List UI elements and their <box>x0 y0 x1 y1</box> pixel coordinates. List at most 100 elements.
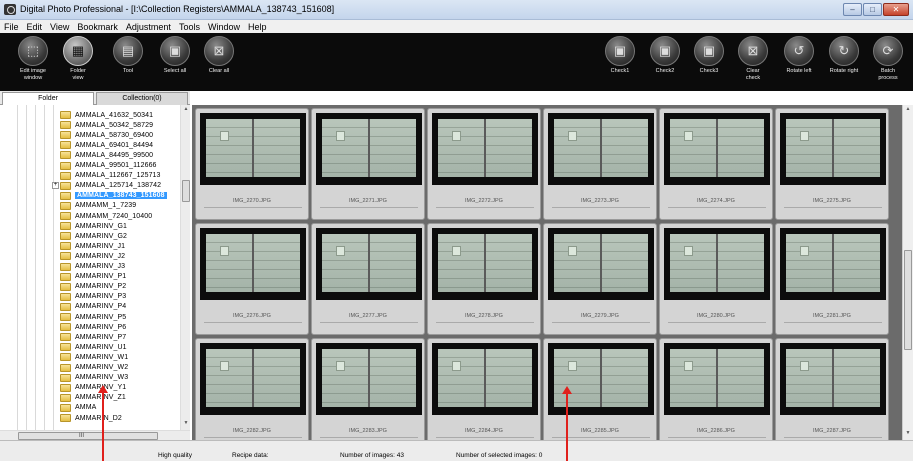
toolbar-button-label: Clear all <box>208 68 230 74</box>
thumbnail-item[interactable]: IMG_2286.JPG <box>659 338 773 450</box>
batch-process-button[interactable]: ⟳ Batch process <box>866 36 910 88</box>
menu-tools[interactable]: Tools <box>179 22 200 32</box>
thumbnail-item[interactable]: IMG_2284.JPG <box>427 338 541 450</box>
tree-item[interactable]: AMMARINV_G1 <box>60 221 127 231</box>
menu-bookmark[interactable]: Bookmark <box>77 22 118 32</box>
tree-item[interactable]: AMMARINV_J2 <box>60 251 125 261</box>
minimize-button[interactable]: – <box>843 3 862 16</box>
tree-item[interactable]: AMMAMM_1_7239 <box>60 201 136 211</box>
folder-view-button[interactable]: ▦ Folder view <box>56 36 100 88</box>
tree-scroll-thumb[interactable] <box>182 180 190 202</box>
menu-window[interactable]: Window <box>208 22 240 32</box>
tree-item[interactable]: AMMARINV_P1 <box>60 272 126 282</box>
tree-item[interactable]: AMMARIN_D2 <box>60 413 122 423</box>
folder-icon <box>60 353 71 362</box>
thumbnail-item[interactable]: IMG_2280.JPG <box>659 223 773 335</box>
tree-horizontal-scrollbar[interactable]: III <box>0 430 190 440</box>
tree-item[interactable]: AMMARINV_P2 <box>60 282 126 292</box>
tree-item[interactable]: AMMALA_112667_125713 <box>60 171 161 181</box>
tree-item[interactable]: AMMAMM_7240_10400 <box>60 211 152 221</box>
tree-item[interactable]: AMMARINV_U1 <box>60 342 127 352</box>
scroll-down-icon[interactable]: ▼ <box>904 430 912 439</box>
tree-item[interactable]: AMMARINV_W1 <box>60 352 128 362</box>
select-all-button[interactable]: ▣ Select all <box>153 36 197 88</box>
tree-item[interactable]: AMMARINV_P5 <box>60 312 126 322</box>
check3-button[interactable]: ▣ Check3 <box>687 36 731 88</box>
check1-button[interactable]: ▣ Check1 <box>598 36 642 88</box>
folder-tree: AMMALA_41632_50341 AMMALA_50342_58729 AMMA… <box>0 105 180 430</box>
tool-button[interactable]: ▤ Tool <box>106 36 150 88</box>
tree-item[interactable]: AMMALA_138743_151608 <box>60 191 167 201</box>
tree-item[interactable]: AMMALA_58730_69400 <box>60 130 153 140</box>
rotate-right-button[interactable]: ↻ Rotate right <box>822 36 866 88</box>
tree-item[interactable]: AMMARINV_W2 <box>60 363 128 373</box>
thumbnail-item[interactable]: IMG_2283.JPG <box>311 338 425 450</box>
menu-file[interactable]: File <box>4 22 19 32</box>
clear-all-button[interactable]: ⊠ Clear all <box>197 36 241 88</box>
close-button[interactable]: ✕ <box>883 3 909 16</box>
tree-item[interactable]: AMMALA_50342_58729 <box>60 120 153 130</box>
thumbnail-item[interactable]: IMG_2287.JPG <box>775 338 889 450</box>
tree-item[interactable]: AMMARINV_W3 <box>60 373 128 383</box>
tree-item[interactable]: AMMALA_41632_50341 <box>60 110 153 120</box>
thumbnail-item[interactable]: IMG_2282.JPG <box>195 338 309 450</box>
thumbnail-item[interactable]: IMG_2274.JPG <box>659 108 773 220</box>
menu-edit[interactable]: Edit <box>27 22 43 32</box>
tree-item[interactable]: AMMARINV_P6 <box>60 322 126 332</box>
thumbnail-item[interactable]: IMG_2285.JPG <box>543 338 657 450</box>
scroll-down-icon[interactable]: ▼ <box>182 420 190 429</box>
tree-item[interactable]: AMMARINV_P7 <box>60 332 126 342</box>
tree-item[interactable]: AMMA <box>60 403 96 413</box>
tree-item[interactable]: AMMARINV_J3 <box>60 262 125 272</box>
register-photo-image <box>664 228 770 300</box>
tree-item[interactable]: AMMARINV_P3 <box>60 292 126 302</box>
edit-image-window-button[interactable]: ⬚ Edit image window <box>11 36 55 88</box>
folder-icon <box>60 212 71 220</box>
expand-icon[interactable]: + <box>52 181 59 189</box>
tree-item[interactable]: AMMARINV_Y1 <box>60 383 126 393</box>
maximize-button[interactable]: □ <box>863 3 882 16</box>
thumbnail-item[interactable]: IMG_2276.JPG <box>195 223 309 335</box>
tree-item[interactable]: AMMALA_69401_84494 <box>60 140 153 150</box>
menu-adjustment[interactable]: Adjustment <box>126 22 171 32</box>
divider <box>784 322 882 323</box>
thumbnail-item[interactable]: IMG_2279.JPG <box>543 223 657 335</box>
tree-item[interactable]: AMMARINV_P4 <box>60 302 126 312</box>
tree-item[interactable]: AMMARINV_J1 <box>60 241 125 251</box>
thumbnail-item[interactable]: IMG_2273.JPG <box>543 108 657 220</box>
tree-item[interactable]: AMMALA_99501_112666 <box>60 161 157 171</box>
tree-item-label: AMMALA_50342_58729 <box>75 121 154 129</box>
tree-item[interactable]: AMMARINV_G2 <box>60 231 127 241</box>
register-photo-image <box>548 228 654 300</box>
divider <box>204 437 302 438</box>
menu-view[interactable]: View <box>50 22 69 32</box>
thumbnail-item[interactable]: IMG_2278.JPG <box>427 223 541 335</box>
thumbnail-filename: IMG_2271.JPG <box>349 198 387 204</box>
rotate-left-button[interactable]: ↺ Rotate left <box>777 36 821 88</box>
thumbnail-item[interactable]: IMG_2270.JPG <box>195 108 309 220</box>
thumbnail-item[interactable]: IMG_2281.JPG <box>775 223 889 335</box>
folder-icon <box>60 171 71 180</box>
thumbnail-item[interactable]: IMG_2272.JPG <box>427 108 541 220</box>
grid-scroll-thumb[interactable] <box>904 250 912 350</box>
clear-check-button[interactable]: ⊠ Clear check <box>731 36 775 88</box>
tree-item-label: AMMALA_112667_125713 <box>75 172 161 180</box>
tree-item[interactable]: AMMARINV_Z1 <box>60 393 126 403</box>
tab-collection[interactable]: Collection(0) <box>96 92 188 105</box>
scroll-up-icon[interactable]: ▲ <box>182 106 190 115</box>
menu-help[interactable]: Help <box>248 22 267 32</box>
tab-folder[interactable]: Folder <box>2 92 94 106</box>
thumbnail-item[interactable]: IMG_2271.JPG <box>311 108 425 220</box>
tree-item[interactable]: AMMALA_125714_138742 <box>60 181 161 191</box>
tree-vertical-scrollbar[interactable]: ▲ ▼ <box>180 105 190 430</box>
register-photo-image <box>432 343 538 415</box>
tree-hscroll-thumb[interactable]: III <box>18 432 158 440</box>
scroll-up-icon[interactable]: ▲ <box>904 106 912 115</box>
thumbnail-item[interactable]: IMG_2275.JPG <box>775 108 889 220</box>
folder-icon <box>60 242 71 251</box>
check2-button[interactable]: ▣ Check2 <box>643 36 687 88</box>
toolbar-button-label: Edit image window <box>20 68 46 81</box>
tree-item[interactable]: AMMALA_84495_99500 <box>60 150 153 160</box>
thumbnail-item[interactable]: IMG_2277.JPG <box>311 223 425 335</box>
grid-vertical-scrollbar[interactable]: ▲ ▼ <box>902 105 913 440</box>
